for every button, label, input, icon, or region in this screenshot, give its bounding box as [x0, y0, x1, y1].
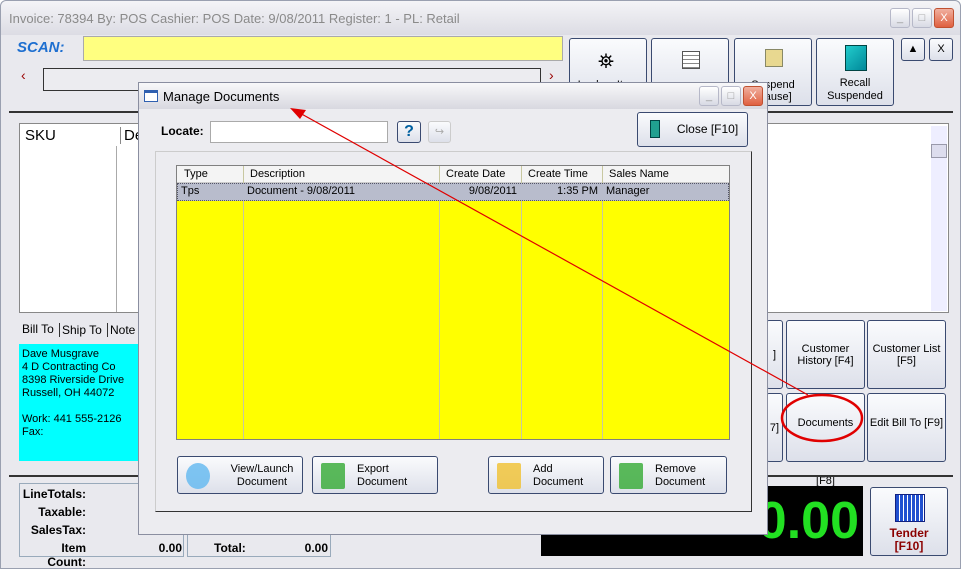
annotation-overlay [290, 108, 864, 443]
annotation-arrow [297, 111, 809, 396]
arrow-head [290, 108, 306, 119]
annotation-circle [780, 393, 864, 443]
